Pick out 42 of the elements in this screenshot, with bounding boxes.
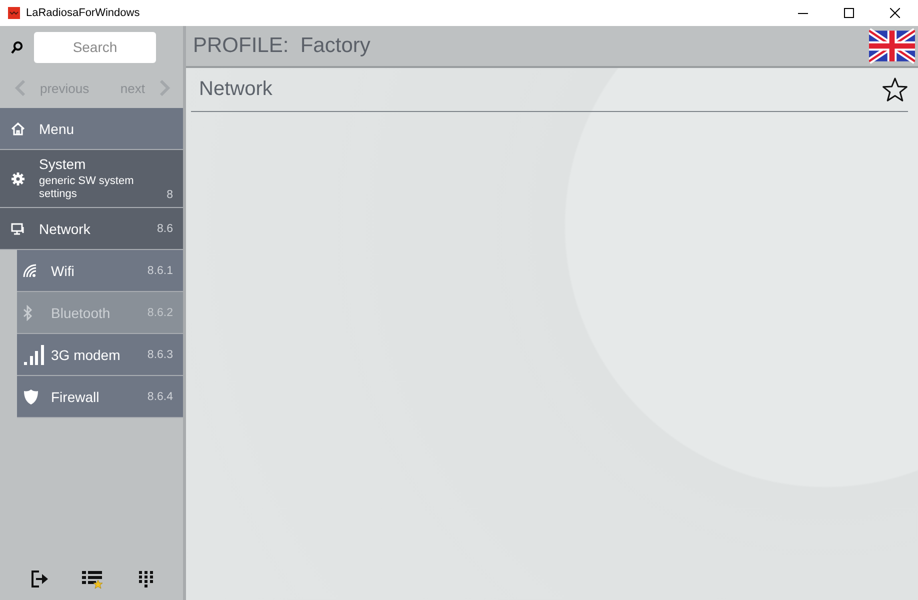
- item-label: System: [39, 156, 87, 172]
- item-label: Menu: [39, 120, 76, 136]
- shield-icon: [23, 388, 39, 404]
- search-icon[interactable]: [11, 40, 23, 54]
- chevron-right-icon: [159, 80, 171, 96]
- item-number: 8.6.4: [147, 390, 173, 402]
- item-number: 8: [166, 189, 173, 203]
- item-label: Network: [39, 220, 92, 236]
- close-icon[interactable]: [890, 8, 900, 18]
- search-field[interactable]: Search: [34, 32, 156, 62]
- page-title: Network: [199, 78, 272, 101]
- item-description: generic SW system settings: [39, 175, 135, 201]
- bluetooth-icon: [23, 304, 33, 320]
- sidebar-item[interactable]: Wifi 8.6.1: [17, 250, 183, 292]
- gear-icon: [11, 172, 25, 186]
- chevron-left-icon: [14, 80, 26, 96]
- item-number: 8.6: [157, 222, 173, 234]
- profile-title: PROFILE: Factory: [193, 34, 370, 58]
- item-label: 3G modem: [51, 346, 122, 362]
- sidebar-item[interactable]: Menu: [0, 108, 183, 150]
- uk-flag-icon[interactable]: [869, 28, 915, 64]
- star-icon[interactable]: [882, 76, 908, 102]
- favorites-list-icon[interactable]: [82, 570, 104, 590]
- item-number: 8.6.3: [147, 348, 173, 360]
- sidebar-item[interactable]: Network 8.6: [0, 208, 183, 250]
- item-number: 8.6.1: [147, 264, 173, 276]
- sidebar-item[interactable]: System generic SW system settings 8: [0, 150, 183, 208]
- signal-bars-icon: [23, 344, 45, 366]
- window-title: LaRadiosaForWindows: [26, 7, 141, 19]
- maximize-icon[interactable]: [844, 8, 854, 18]
- keypad-icon[interactable]: [138, 570, 154, 588]
- exit-icon[interactable]: [30, 570, 49, 588]
- sidebar-item[interactable]: Firewall 8.6.4: [17, 376, 183, 418]
- wifi-icon: [23, 264, 39, 278]
- app-logo-icon: [8, 7, 20, 19]
- item-label: Wifi: [51, 262, 76, 278]
- item-number: 8.6.2: [147, 306, 173, 318]
- item-label: Firewall: [51, 388, 100, 404]
- sidebar-item[interactable]: 3G modem 8.6.3: [17, 334, 183, 376]
- monitor-icon: [11, 222, 25, 234]
- item-label: Bluetooth: [51, 304, 112, 320]
- home-icon: [11, 122, 25, 136]
